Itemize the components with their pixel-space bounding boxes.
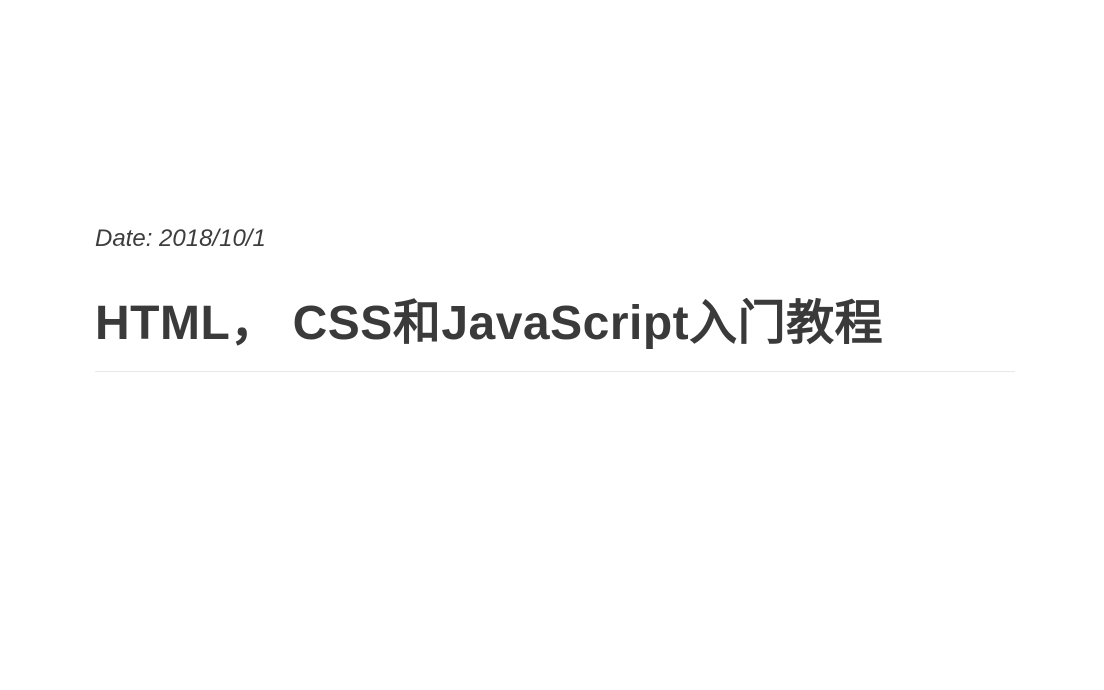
document-header: Date: 2018/10/1 HTML， CSS和JavaScript入门教程 — [95, 225, 1015, 372]
date-text: Date: 2018/10/1 — [95, 225, 1015, 253]
page-title: HTML， CSS和JavaScript入门教程 — [95, 283, 1015, 372]
